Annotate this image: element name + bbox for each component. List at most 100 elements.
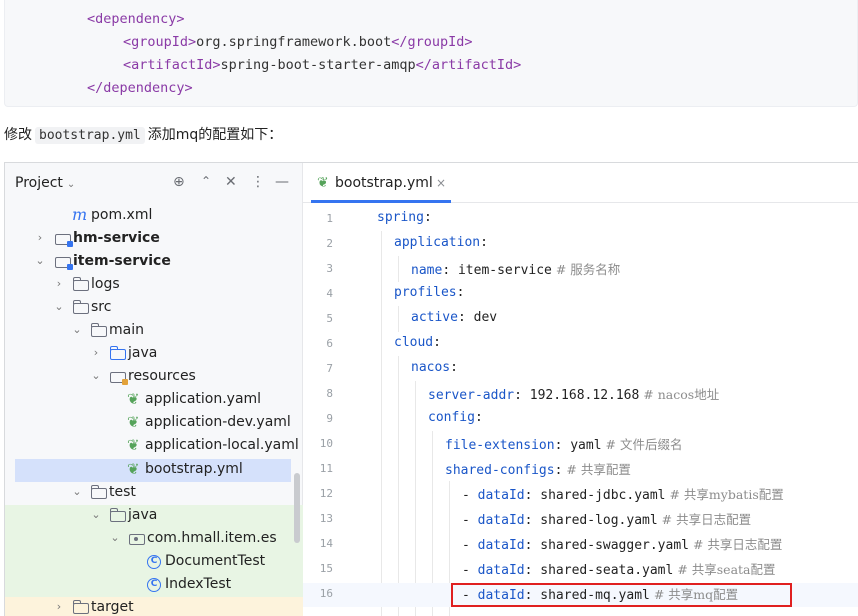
- tree-item-src[interactable]: ⌄ src: [5, 297, 303, 320]
- test-folder-icon: [110, 508, 126, 522]
- indent-guide: [398, 306, 399, 332]
- folder-icon: [73, 277, 89, 291]
- line-number: 15: [319, 562, 333, 575]
- code-line: <artifactId>spring-boot-starter-amqp</ar…: [123, 57, 522, 73]
- tree-item-main[interactable]: ⌄ main: [5, 320, 303, 343]
- source-folder-icon: [110, 346, 126, 360]
- project-dropdown[interactable]: Project ⌄: [15, 175, 75, 191]
- code-line[interactable]: config:: [428, 409, 483, 425]
- editor-panel: ❦ bootstrap.yml × 1 2 3 4 5 6 7 8 9 10 1…: [303, 163, 858, 616]
- folder-icon: [91, 323, 107, 337]
- code-line[interactable]: - dataId: shared-swagger.yaml # 共享日志配置: [462, 534, 782, 553]
- class-icon: C: [147, 555, 161, 569]
- code-line: <groupId>org.springframework.boot</group…: [123, 34, 473, 50]
- line-number: 16: [319, 587, 333, 600]
- tree-item-bootstrap-yml[interactable]: ❦ bootstrap.yml: [15, 459, 291, 482]
- chevron-down-icon[interactable]: ⌄: [71, 485, 83, 498]
- maven-icon: m: [72, 205, 88, 224]
- module-folder-icon: [55, 234, 73, 247]
- hide-icon[interactable]: —: [275, 174, 289, 190]
- tree-item-test-java[interactable]: ⌄ java: [5, 505, 303, 528]
- indent-guide: [398, 356, 399, 616]
- options-icon[interactable]: ⋮: [251, 174, 265, 190]
- project-panel: Project ⌄ ⊕ ⌃ ✕ ⋮ — m pom.xml › hm-servic…: [5, 163, 303, 616]
- chevron-right-icon[interactable]: ›: [53, 277, 65, 290]
- code-line[interactable]: nacos:: [411, 359, 458, 375]
- locate-icon[interactable]: ⊕: [173, 174, 185, 190]
- tree-item-hm-service[interactable]: › hm-service: [5, 228, 303, 251]
- spring-leaf-icon: ❦: [127, 436, 140, 454]
- code-line: <dependency>: [87, 11, 185, 27]
- project-panel-header: Project ⌄ ⊕ ⌃ ✕ ⋮ —: [5, 163, 303, 203]
- code-line[interactable]: active: dev: [411, 309, 497, 325]
- tree-item-indextest[interactable]: C IndexTest: [5, 574, 303, 597]
- resources-folder-icon: [110, 372, 128, 385]
- spring-leaf-icon: ❦: [317, 175, 329, 191]
- code-line[interactable]: shared-configs: # 共享配置: [445, 459, 631, 478]
- tree-item-application-dev-yaml[interactable]: ❦ application-dev.yaml: [5, 412, 303, 435]
- chevron-down-icon[interactable]: ⌄: [90, 508, 102, 521]
- expand-all-icon[interactable]: ⌃: [201, 174, 211, 188]
- tree-item-package[interactable]: ⌄ com.hmall.item.es: [5, 528, 303, 551]
- tree-item-resources[interactable]: ⌄ resources: [5, 366, 303, 389]
- tab-bootstrap-yml[interactable]: ❦ bootstrap.yml ×: [303, 163, 446, 203]
- folder-icon: [73, 300, 89, 314]
- line-number: 8: [326, 387, 333, 400]
- tree-item-pom-xml[interactable]: m pom.xml: [5, 205, 303, 228]
- code-line[interactable]: cloud:: [394, 334, 441, 350]
- line-number: 7: [326, 362, 333, 375]
- tree-item-java[interactable]: › java: [5, 343, 303, 366]
- chevron-down-icon[interactable]: ⌄: [90, 369, 102, 382]
- tree-item-test[interactable]: ⌄ test: [5, 482, 303, 505]
- code-line[interactable]: profiles:: [394, 284, 464, 300]
- close-icon[interactable]: ×: [436, 176, 446, 190]
- collapse-all-icon[interactable]: ✕: [225, 174, 237, 190]
- code-line[interactable]: - dataId: shared-log.yaml # 共享日志配置: [462, 509, 751, 528]
- code-line[interactable]: name: item-service # 服务名称: [411, 259, 620, 278]
- code-line[interactable]: - dataId: shared-jdbc.yaml # 共享mybatis配置: [462, 484, 784, 503]
- indent-guide: [398, 256, 399, 282]
- tree-item-application-local-yaml[interactable]: ❦ application-local.yaml: [5, 435, 303, 458]
- tree-item-item-service[interactable]: ⌄ item-service: [5, 251, 303, 274]
- tree-item-documenttest[interactable]: C DocumentTest: [5, 551, 303, 574]
- tree-item-application-yaml[interactable]: ❦ application.yaml: [5, 389, 303, 412]
- ide-screenshot: Project ⌄ ⊕ ⌃ ✕ ⋮ — m pom.xml › hm-servic…: [4, 162, 858, 616]
- folder-icon: [91, 485, 107, 499]
- spring-leaf-icon: ❦: [127, 413, 140, 431]
- chevron-down-icon: ⌄: [66, 179, 76, 190]
- spring-leaf-icon: ❦: [127, 390, 140, 408]
- chevron-right-icon[interactable]: ›: [90, 346, 102, 359]
- tree-item-logs[interactable]: › logs: [5, 274, 303, 297]
- indent-guide: [381, 231, 382, 616]
- code-line[interactable]: file-extension: yaml # 文件后缀名: [445, 434, 682, 453]
- chevron-down-icon[interactable]: ⌄: [53, 300, 65, 313]
- chevron-right-icon[interactable]: ›: [53, 600, 65, 613]
- code-line[interactable]: application:: [394, 234, 488, 250]
- line-number: 5: [326, 312, 333, 325]
- chevron-right-icon[interactable]: ›: [34, 231, 46, 244]
- code-line: </dependency>: [87, 80, 193, 96]
- line-number: 1: [326, 212, 333, 225]
- description-text: 修改 bootstrap.yml 添加mq的配置如下：: [4, 127, 283, 144]
- tree-scrollbar[interactable]: [294, 473, 300, 543]
- line-number: 13: [319, 512, 333, 525]
- folder-icon: [73, 600, 89, 614]
- class-icon: C: [147, 578, 161, 592]
- chevron-down-icon[interactable]: ⌄: [71, 323, 83, 336]
- code-line[interactable]: server-addr: 192.168.12.168 # nacos地址: [428, 384, 719, 403]
- chevron-down-icon[interactable]: ⌄: [109, 531, 121, 544]
- line-number: 2: [326, 237, 333, 250]
- tree-item-target[interactable]: › target: [5, 597, 303, 616]
- line-number: 4: [326, 287, 333, 300]
- chevron-down-icon[interactable]: ⌄: [34, 254, 46, 267]
- line-number: 6: [326, 337, 333, 350]
- module-folder-icon: [55, 257, 73, 270]
- line-number: 3: [326, 262, 333, 275]
- line-number: 12: [319, 487, 333, 500]
- line-number: 9: [326, 412, 333, 425]
- line-number: 11: [319, 462, 333, 475]
- code-line[interactable]: spring:: [377, 209, 432, 225]
- code-line[interactable]: - dataId: shared-seata.yaml # 共享seata配置: [462, 559, 776, 578]
- active-tab-indicator: [311, 200, 451, 203]
- spring-leaf-icon: ❦: [127, 460, 140, 478]
